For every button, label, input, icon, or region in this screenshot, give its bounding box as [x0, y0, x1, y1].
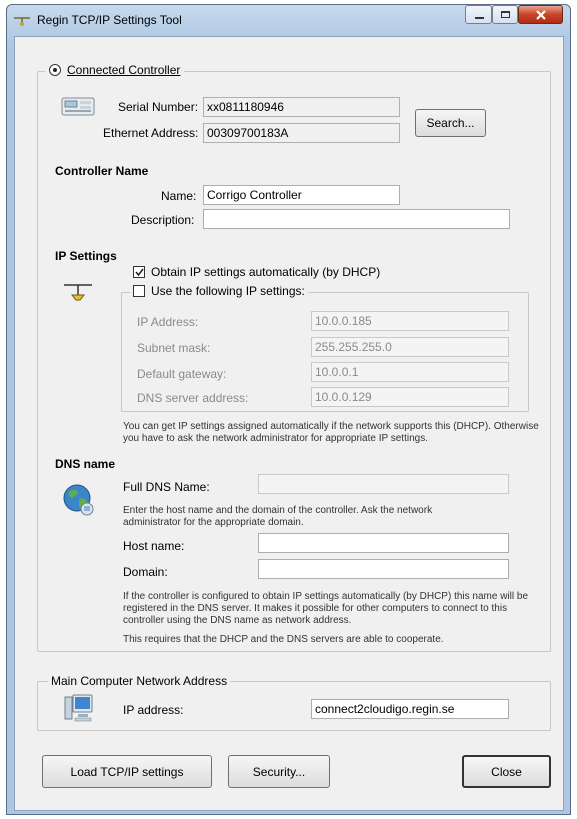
dhcp-note-line1: You can get IP settings assigned automat…: [123, 421, 539, 432]
dns-server-label: DNS server address:: [137, 391, 249, 405]
dns-hint-line2: administrator for the appropriate domain…: [123, 517, 304, 528]
main-ip-address-input[interactable]: connect2cloudigo.regin.se: [311, 699, 509, 719]
connected-controller-radio[interactable]: Connected Controller: [45, 63, 185, 77]
window-title: Regin TCP/IP Settings Tool: [37, 13, 182, 27]
close-window-button[interactable]: [518, 5, 563, 24]
checkmark-icon: [135, 268, 144, 277]
network-cable-icon: [64, 284, 92, 301]
dns-info-line1: If the controller is configured to obtai…: [123, 591, 528, 602]
computer-icon: [64, 694, 93, 722]
load-settings-button[interactable]: Load TCP/IP settings: [42, 755, 212, 788]
name-label: Name:: [161, 189, 197, 203]
subnet-mask-field: 255.255.255.0: [311, 337, 509, 357]
domain-input[interactable]: [258, 559, 509, 579]
close-icon: [536, 10, 546, 20]
ip-address-field: 10.0.0.185: [311, 311, 509, 331]
controller-icon: [61, 97, 95, 116]
ethernet-address-label: Ethernet Address:: [103, 126, 199, 140]
main-ip-address-label: IP address:: [123, 703, 184, 717]
ethernet-address-field: 00309700183A: [203, 123, 400, 143]
full-dns-name-label: Full DNS Name:: [123, 480, 210, 494]
name-input[interactable]: Corrigo Controller: [203, 185, 400, 205]
default-gateway-label: Default gateway:: [137, 367, 227, 381]
title-bar[interactable]: Regin TCP/IP Settings Tool: [7, 5, 570, 35]
dhcp-label: Obtain IP settings automatically (by DHC…: [151, 265, 381, 279]
serial-number-field: xx0811180946: [203, 97, 400, 117]
search-button[interactable]: Search...: [415, 109, 486, 137]
dhcp-checkbox[interactable]: Obtain IP settings automatically (by DHC…: [133, 265, 380, 279]
dns-server-field: 10.0.0.129: [311, 387, 509, 407]
manual-ip-label: Use the following IP settings:: [151, 284, 305, 298]
maximize-button[interactable]: [492, 5, 518, 24]
host-name-label: Host name:: [123, 539, 185, 553]
dns-info-line3: controller using the DNS name as network…: [123, 615, 352, 626]
main-computer-heading: Main Computer Network Address: [48, 674, 231, 688]
dhcp-checkbox-box: [133, 266, 145, 278]
serial-number-label: Serial Number:: [118, 100, 199, 114]
description-input[interactable]: [203, 209, 510, 229]
full-dns-name-field: [258, 474, 509, 494]
security-button[interactable]: Security...: [228, 755, 330, 788]
dns-info-line4: This requires that the DHCP and the DNS …: [123, 634, 444, 645]
ip-settings-heading: IP Settings: [55, 249, 117, 263]
ip-address-label: IP Address:: [137, 315, 199, 329]
maximize-icon: [501, 11, 510, 18]
controller-name-heading: Controller Name: [55, 164, 149, 178]
manual-ip-checkbox-box: [133, 285, 145, 297]
default-gateway-field: 10.0.0.1: [311, 362, 509, 382]
dhcp-note-line2: you have to ask the network administrato…: [123, 433, 428, 444]
dns-info-line2: registered in the DNS server. It makes i…: [123, 603, 508, 614]
dns-name-heading: DNS name: [55, 457, 116, 471]
app-icon: [14, 17, 30, 26]
radio-indicator: [49, 64, 61, 76]
host-name-input[interactable]: [258, 533, 509, 553]
subnet-mask-label: Subnet mask:: [137, 341, 211, 355]
domain-label: Domain:: [123, 565, 168, 579]
globe-icon: [63, 484, 94, 516]
description-label: Description:: [131, 213, 195, 227]
close-button[interactable]: Close: [462, 755, 551, 788]
minimize-icon: [475, 17, 484, 19]
manual-ip-checkbox[interactable]: Use the following IP settings:: [130, 284, 308, 298]
connected-controller-label: Connected Controller: [67, 63, 181, 77]
dns-hint-line1: Enter the host name and the domain of th…: [123, 505, 433, 516]
minimize-button[interactable]: [465, 5, 492, 24]
